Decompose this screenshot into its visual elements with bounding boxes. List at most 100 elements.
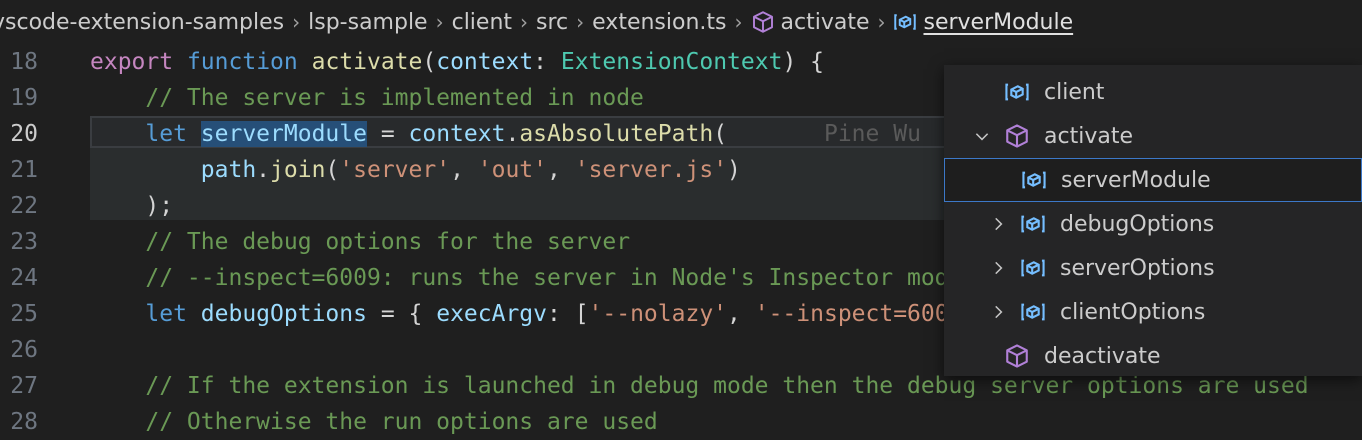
code-token: : xyxy=(533,49,561,75)
line-number: 25 xyxy=(10,301,38,327)
method-cube-icon xyxy=(1004,343,1030,369)
breadcrumb-item-extension-ts[interactable]: extension.ts xyxy=(592,10,726,35)
line-number: 19 xyxy=(10,85,38,111)
breadcrumb-item-lsp-sample[interactable]: lsp-sample xyxy=(308,10,427,35)
breadcrumb-label: extension.ts xyxy=(592,9,727,35)
outline-item-debugoptions[interactable]: debugOptions xyxy=(944,202,1362,246)
code-text: path.join('server', 'out', 'server.js') xyxy=(90,157,741,183)
outline-item-label: deactivate xyxy=(1044,343,1161,369)
code-token: activate xyxy=(311,49,423,75)
code-token: 'server' xyxy=(339,157,451,183)
code-token: let xyxy=(145,301,187,327)
code-token: . xyxy=(256,157,271,183)
code-text: // --inspect=6009: runs the server in No… xyxy=(90,265,962,291)
breadcrumb-separator: › xyxy=(292,10,301,34)
code-text: // The debug options for the server xyxy=(90,229,630,255)
line-number: 20 xyxy=(10,121,38,147)
outline-item-deactivate[interactable]: deactivate xyxy=(944,334,1362,378)
line-number: 26 xyxy=(10,337,38,363)
chevron-down-icon[interactable] xyxy=(972,126,992,146)
code-token: // The debug options for the server xyxy=(145,229,631,255)
chevron-right-icon[interactable] xyxy=(988,214,1008,234)
outline-item-client[interactable]: client xyxy=(944,70,1362,114)
code-line[interactable]: 28 // Otherwise the run options are used xyxy=(0,404,1362,440)
line-number: 18 xyxy=(10,49,38,75)
chevron-right-icon[interactable] xyxy=(988,302,1008,322)
code-token: ExtensionContext xyxy=(560,49,783,75)
code-token: Pine Wu xyxy=(823,121,921,147)
code-token: ); xyxy=(90,193,174,219)
breadcrumb-item-servermodule[interactable]: serverModule xyxy=(893,10,1073,35)
code-text: export function activate(context: Extens… xyxy=(90,49,824,75)
breadcrumb-item-vscode-extension-samples[interactable]: vscode-extension-samples xyxy=(0,10,284,35)
code-token: function xyxy=(186,49,298,75)
line-number: 28 xyxy=(10,409,38,435)
code-text: let serverModule = context.asAbsolutePat… xyxy=(90,121,921,147)
outline-item-serveroptions[interactable]: serverOptions xyxy=(944,246,1362,290)
code-token: = { xyxy=(366,301,437,327)
code-text: let debugOptions = { execArgv: ['--nolaz… xyxy=(90,301,1031,327)
code-token: , xyxy=(547,157,575,183)
code-token: , xyxy=(450,157,478,183)
code-token: context xyxy=(408,121,506,147)
code-token: . xyxy=(505,121,520,147)
code-token: debugOptions xyxy=(200,301,367,327)
method-cube-icon xyxy=(751,10,775,34)
variable-icon xyxy=(1004,79,1030,105)
breadcrumb-label: lsp-sample xyxy=(308,9,428,35)
line-number: 21 xyxy=(10,157,38,183)
breadcrumb-item-src[interactable]: src xyxy=(536,10,568,35)
line-number: 23 xyxy=(10,229,38,255)
code-token: ) xyxy=(727,157,741,183)
code-token: export xyxy=(90,49,174,75)
code-text: // Otherwise the run options are used xyxy=(90,409,658,435)
outline-item-label: serverModule xyxy=(1061,167,1211,193)
code-token: asAbsolutePath xyxy=(519,121,714,147)
breadcrumb-label: activate xyxy=(780,9,870,35)
code-token: ( xyxy=(325,157,340,183)
outline-item-clientoptions[interactable]: clientOptions xyxy=(944,290,1362,334)
code-token: , xyxy=(727,301,755,327)
breadcrumb-separator: › xyxy=(734,10,743,34)
variable-icon xyxy=(1020,211,1046,237)
code-token: 'out' xyxy=(477,157,548,183)
breadcrumb-label: client xyxy=(451,9,513,35)
breadcrumb-item-activate[interactable]: activate xyxy=(751,9,870,35)
code-token: ( xyxy=(422,49,437,75)
variable-icon xyxy=(1021,167,1047,193)
variable-icon xyxy=(1020,299,1046,325)
code-token: ( xyxy=(713,121,728,147)
code-token: // The server is implemented in node xyxy=(145,85,644,111)
breadcrumb-separator: › xyxy=(435,10,444,34)
outline-dropdown[interactable]: client activate serverModule debugOption… xyxy=(944,65,1362,376)
breadcrumb-separator: › xyxy=(576,10,585,34)
code-token: '--nolazy' xyxy=(588,301,728,327)
variable-icon xyxy=(1020,255,1046,281)
breadcrumb-item-client[interactable]: client xyxy=(452,10,512,35)
code-token: // --inspect=6009: runs the server in No… xyxy=(145,265,963,291)
code-text: // The server is implemented in node xyxy=(90,85,644,111)
code-token: 'server.js' xyxy=(574,157,728,183)
code-token: context xyxy=(436,49,534,75)
code-token: // Otherwise the run options are used xyxy=(145,409,658,435)
code-token: = xyxy=(366,121,409,147)
selected-identifier: serverModule xyxy=(200,121,367,147)
outline-item-servermodule[interactable]: serverModule xyxy=(944,158,1362,202)
outline-item-label: debugOptions xyxy=(1060,211,1215,237)
chevron-right-icon[interactable] xyxy=(988,258,1008,278)
outline-item-label: serverOptions xyxy=(1060,255,1215,281)
line-number: 24 xyxy=(10,265,38,291)
outline-item-activate[interactable]: activate xyxy=(944,114,1362,158)
code-token: ) { xyxy=(782,49,824,75)
line-number: 27 xyxy=(10,373,38,399)
